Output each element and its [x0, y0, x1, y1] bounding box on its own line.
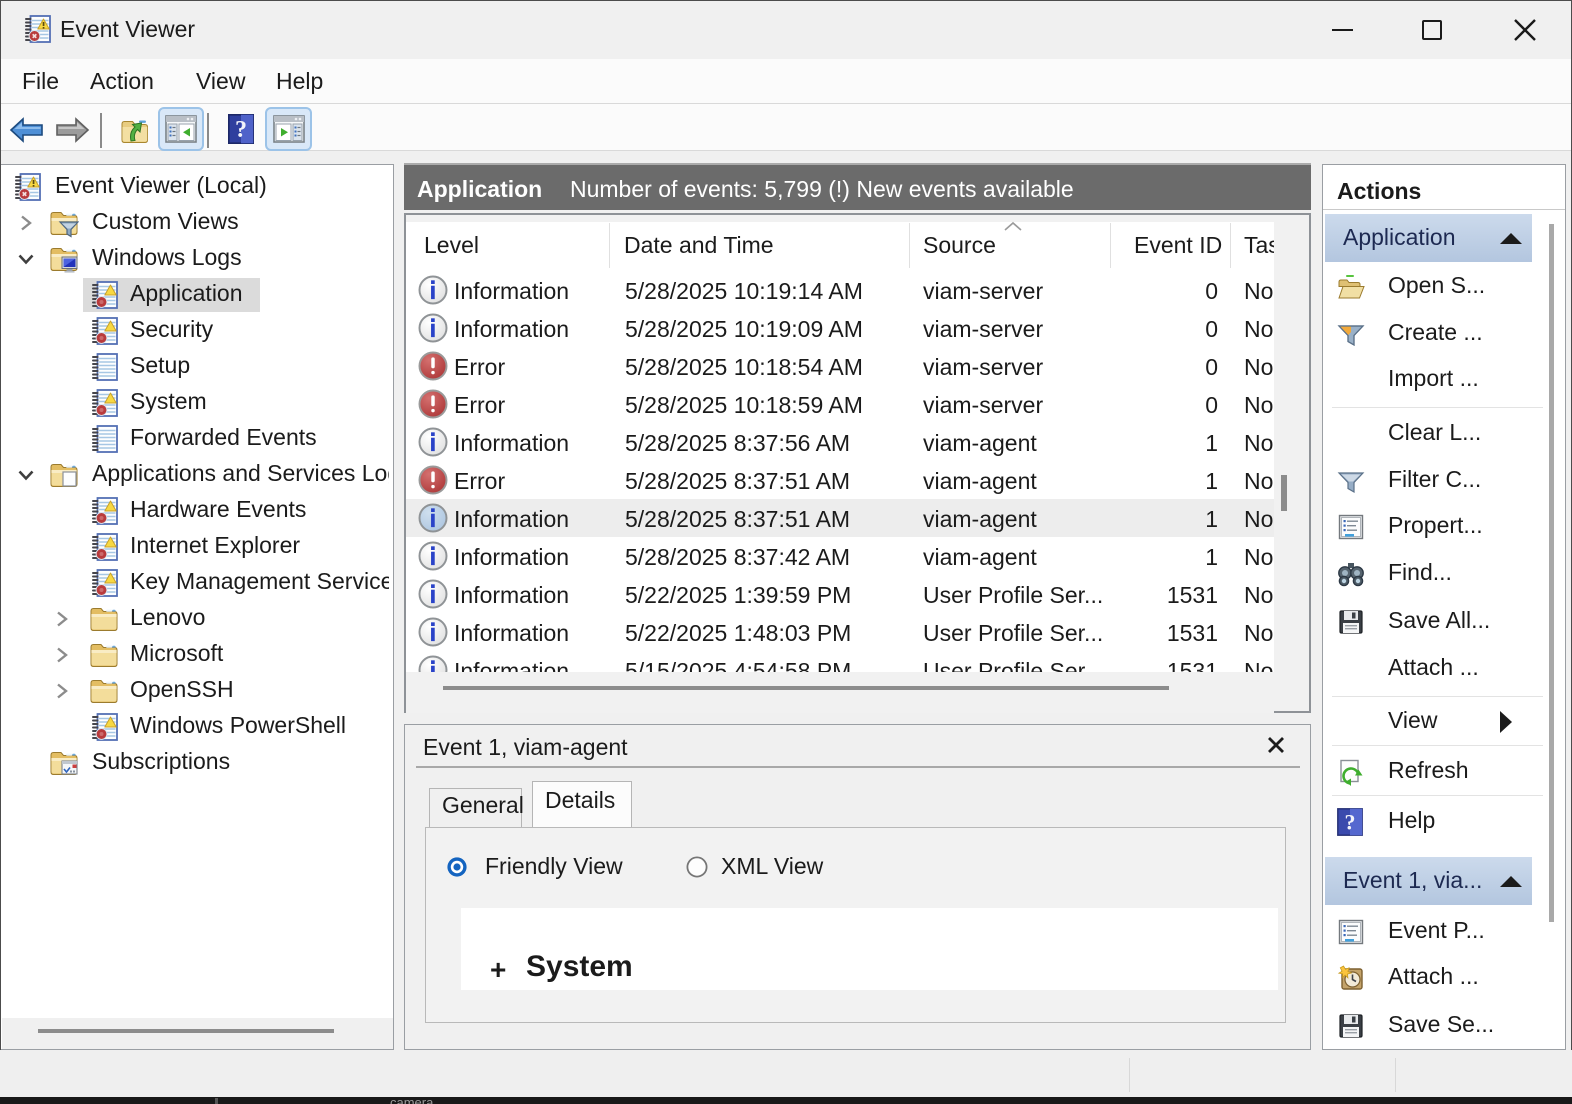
- svg-text:?: ?: [235, 117, 247, 143]
- svg-text:?: ?: [1345, 810, 1356, 835]
